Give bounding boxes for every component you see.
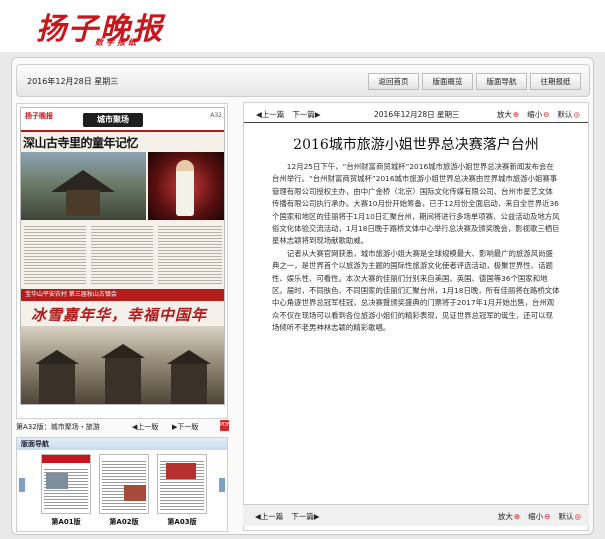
temple-roof-shape — [51, 170, 115, 192]
model-figure — [176, 160, 194, 216]
bottom-next-article-link[interactable]: 下一篇▶ — [291, 511, 319, 522]
article-body: 12月25日下午，“台州财富商贸城杯”2016城市旅游小姐世界总决赛新闻发布会在… — [272, 161, 560, 335]
bottom-article-pager: ◀上一篇 下一篇▶ — [255, 511, 328, 522]
prev-article-label: 上一篇 — [261, 110, 285, 119]
section-label: 城市聚场 — [83, 113, 143, 127]
text-column[interactable] — [24, 224, 86, 284]
building-shape — [171, 364, 207, 404]
calligraphy-title[interactable]: 冰雪嘉年华，幸福中国年 — [31, 304, 207, 325]
ancient-town-photo[interactable] — [21, 326, 224, 404]
article-title: 2016城市旅游小姐世界总决赛落户台州 — [293, 137, 539, 153]
bottom-zoom-controls: 放大⊕ 缩小⊖ 默认◎ — [490, 511, 581, 522]
article-date: 2016年12月28日 星期三 — [374, 110, 460, 119]
logo-subtitle: 数字报纸 — [95, 38, 139, 47]
zoom-out-button[interactable]: 缩小⊖ — [523, 109, 549, 120]
building-shape — [39, 364, 75, 404]
top-toolbar: 2016年12月28日 星期三 返回首页 版面概览 版面导航 往期报纸 — [16, 64, 590, 97]
page-label-a03[interactable]: 第A03版 — [157, 517, 207, 527]
article-paragraph: 记者从大赛官网获悉，城市旅游小姐大赛是全球规模最大、影响最广的旅游风尚盛典之一，… — [272, 248, 560, 333]
thumb-masthead — [42, 455, 90, 463]
thumb-photo — [46, 473, 68, 489]
main-frame: 2016年12月28日 星期三 返回首页 版面概览 版面导航 往期报纸 扬子晚报… — [11, 57, 594, 535]
page-nav-button[interactable]: 版面导航 — [476, 73, 527, 90]
article-paragraph: 12月25日下午，“台州财富商贸城杯”2016城市旅游小姐世界总决赛新闻发布会在… — [272, 162, 560, 246]
pdf-icon[interactable]: PDF — [220, 420, 230, 431]
text-column[interactable] — [158, 224, 222, 284]
bottom-zoom-out-button[interactable]: 缩小⊖ — [524, 511, 550, 522]
masthead: 扬子晚报 数字报纸 — [0, 0, 605, 52]
prev-page-label: 上一版 — [137, 423, 159, 431]
building-shape — [105, 358, 141, 404]
zoom-in-icon: ⊕ — [513, 512, 521, 521]
thumb-photo — [166, 463, 196, 479]
bottom-prev-article-link[interactable]: ◀上一篇 — [255, 511, 283, 522]
overview-button[interactable]: 版面概览 — [422, 73, 473, 90]
nav-buttons: 返回首页 版面概览 版面导航 往期报纸 — [365, 73, 581, 90]
next-page-label: 下一版 — [177, 423, 199, 431]
zoom-in-button[interactable]: 放大⊕ — [493, 109, 519, 120]
event-banner: 宝华山平安农村 第三届秋山古镇会 — [21, 289, 224, 301]
page-label-a01[interactable]: 第A01版 — [41, 517, 91, 527]
pageant-photo[interactable] — [148, 152, 224, 220]
page-navigation-box: 版面导航 第A01版 第A02版 第A03版 — [16, 437, 228, 532]
article-panel: ◀上一篇 下一篇▶ 2016年12月28日 星期三 放大⊕ 缩小⊖ 默认◎ 20… — [243, 102, 589, 531]
bottom-zoom-in-button[interactable]: 放大⊕ — [494, 511, 520, 522]
prev-article-link[interactable]: ◀上一篇 — [256, 109, 284, 120]
roof-shape — [35, 350, 79, 364]
page-header: 扬子晚报 城市聚场 A32 — [21, 108, 224, 132]
zoom-in-label: 放大 — [496, 110, 512, 119]
issue-date: 2016年12月28日 星期三 — [27, 77, 119, 86]
home-button[interactable]: 返回首页 — [368, 73, 419, 90]
zoom-out-icon: ⊖ — [544, 512, 551, 521]
bottom-zoom-in-label: 放大 — [497, 512, 513, 521]
nav-title: 版面导航 — [17, 438, 227, 450]
bottom-zoom-out-label: 缩小 — [528, 512, 544, 521]
next-page-link[interactable]: ▶下一版 — [172, 422, 198, 432]
page-thumb-a02[interactable] — [99, 454, 149, 514]
page-label-a02[interactable]: 第A02版 — [99, 517, 149, 527]
zoom-in-icon: ⊕ — [512, 110, 520, 119]
nav-right-arrow-icon[interactable] — [219, 478, 225, 492]
zoom-controls: 放大⊕ 缩小⊖ 默认◎ — [489, 109, 580, 120]
next-article-label: 下一篇 — [292, 110, 315, 119]
article-toolbar: ◀上一篇 下一篇▶ 2016年12月28日 星期三 放大⊕ 缩小⊖ 默认◎ — [244, 103, 588, 123]
zoom-default-icon: ◎ — [574, 512, 581, 521]
zoom-out-icon: ⊖ — [543, 110, 550, 119]
thumb-photo — [124, 485, 146, 501]
article-bottom-toolbar: ◀上一篇 下一篇▶ 放大⊕ 缩小⊖ 默认◎ — [243, 504, 589, 526]
zoom-default-label: 默认 — [557, 110, 573, 119]
archive-button[interactable]: 往期报纸 — [530, 73, 581, 90]
zoom-default-icon: ◎ — [573, 110, 580, 119]
page-preview: 扬子晚报 城市聚场 A32 深山古寺里的童年记忆 宝华山平安农村 第三届秋山古镇… — [16, 103, 228, 419]
text-column[interactable] — [91, 224, 153, 284]
bottom-zoom-default-button[interactable]: 默认◎ — [554, 511, 581, 522]
page-logo: 扬子晚报 — [25, 112, 53, 120]
nav-left-arrow-icon[interactable] — [19, 478, 25, 492]
roof-shape — [101, 344, 145, 358]
bottom-zoom-default-label: 默认 — [558, 512, 574, 521]
newspaper-page-image[interactable]: 扬子晚报 城市聚场 A32 深山古寺里的童年记忆 宝华山平安农村 第三届秋山古镇… — [20, 107, 225, 405]
article-pager: ◀上一篇 下一篇▶ — [256, 109, 329, 120]
page-caption: 第A32版：城市聚场・旅游 — [16, 423, 100, 431]
bottom-prev-label: 上一篇 — [260, 512, 284, 521]
page-thumb-a01[interactable] — [41, 454, 91, 514]
zoom-out-label: 缩小 — [527, 110, 543, 119]
page-headline[interactable]: 深山古寺里的童年记忆 — [23, 134, 139, 151]
page-thumb-a03[interactable] — [157, 454, 207, 514]
temple-photo[interactable] — [21, 152, 146, 220]
page-number: A32 — [210, 112, 222, 119]
zoom-default-button[interactable]: 默认◎ — [553, 109, 580, 120]
prev-page-link[interactable]: ◀上一版 — [132, 422, 158, 432]
roof-shape — [167, 350, 211, 364]
next-article-link[interactable]: 下一篇▶ — [292, 109, 320, 120]
bottom-next-label: 下一篇 — [291, 512, 314, 521]
temple-body-shape — [66, 190, 100, 216]
